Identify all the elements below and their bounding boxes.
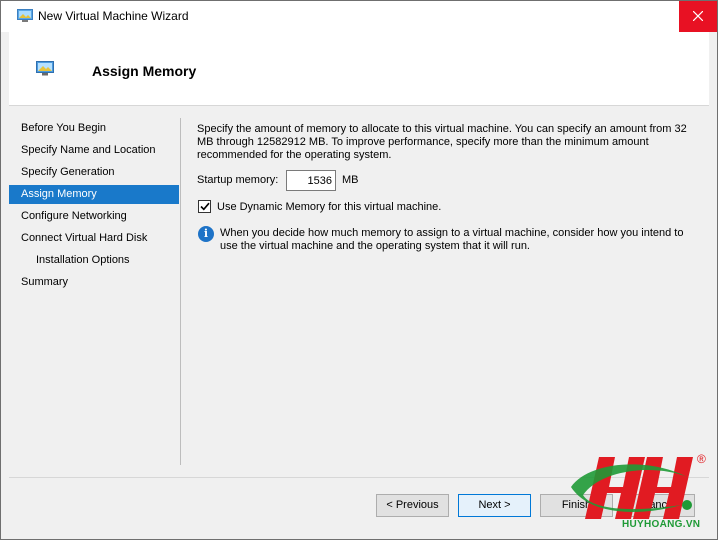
close-button[interactable]	[679, 1, 717, 32]
close-icon	[692, 10, 704, 24]
wizard-header: Assign Memory	[9, 32, 709, 106]
wizard-window: New Virtual Machine Wizard Assign Memory…	[0, 0, 718, 540]
nav-item-configure-networking[interactable]: Configure Networking	[9, 207, 179, 226]
next-button[interactable]: Next >	[458, 494, 531, 517]
info-icon: i	[198, 226, 214, 242]
nav-item-assign-memory[interactable]: Assign Memory	[9, 185, 179, 204]
page-title: Assign Memory	[92, 63, 197, 79]
startup-memory-label: Startup memory:	[197, 174, 279, 186]
nav-item-before-you-begin[interactable]: Before You Begin	[9, 119, 179, 138]
previous-button[interactable]: < Previous	[376, 494, 449, 517]
info-text: When you decide how much memory to assig…	[220, 227, 684, 252]
nav-item-specify-generation[interactable]: Specify Generation	[9, 163, 179, 182]
nav-item-specify-name-and-location[interactable]: Specify Name and Location	[9, 141, 179, 160]
window-title: New Virtual Machine Wizard	[38, 9, 189, 23]
registered-mark: ®	[697, 452, 706, 466]
dynamic-memory-checkbox[interactable]	[198, 200, 211, 213]
nav-item-connect-virtual-hard-disk[interactable]: Connect Virtual Hard Disk	[9, 229, 179, 248]
nav-item-summary[interactable]: Summary	[9, 273, 179, 292]
wizard-step-list: Before You Begin Specify Name and Locati…	[9, 116, 179, 466]
nav-divider	[180, 118, 181, 465]
nav-item-installation-options[interactable]: Installation Options	[9, 251, 179, 270]
watermark-text: HUYHOANG.VN	[622, 519, 701, 530]
title-bar[interactable]: New Virtual Machine Wizard	[1, 1, 717, 32]
startup-memory-input[interactable]	[286, 170, 336, 191]
checkmark-icon	[199, 200, 210, 214]
startup-memory-unit: MB	[342, 174, 359, 186]
memory-description: Specify the amount of memory to allocate…	[197, 123, 687, 161]
dynamic-memory-label[interactable]: Use Dynamic Memory for this virtual mach…	[217, 201, 441, 213]
monitor-icon	[36, 61, 54, 76]
vm-wizard-icon	[17, 9, 33, 22]
